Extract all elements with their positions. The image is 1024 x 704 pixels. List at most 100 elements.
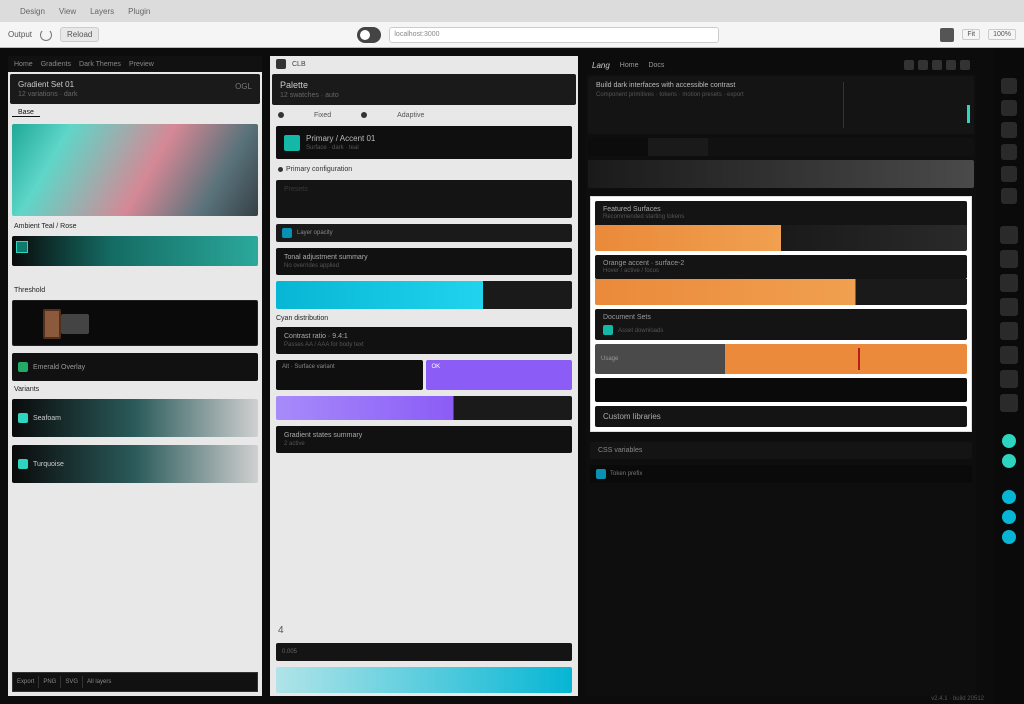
crumb-gradients[interactable]: Gradients [41, 61, 71, 68]
swatch-icon [284, 135, 300, 151]
variant-alt[interactable]: Alt · Surface variant [276, 360, 423, 390]
cyan-progress-bar[interactable] [276, 281, 572, 309]
zoom-100-button[interactable]: 100% [988, 29, 1016, 40]
toggle-fixed[interactable]: Fixed [314, 112, 331, 119]
swatch-icon [18, 459, 28, 469]
list-item[interactable]: Turquoise [12, 445, 258, 483]
swatch-icon [18, 413, 28, 423]
color-dot-teal-icon[interactable] [1002, 434, 1016, 448]
teal-slider[interactable] [12, 236, 258, 266]
build-footer: v2.4.1 · build 20512 [931, 696, 984, 702]
tool-icon[interactable] [1000, 274, 1018, 292]
hero-tab[interactable] [648, 138, 708, 156]
tool-icon[interactable] [1001, 122, 1017, 138]
hero-tabs [588, 138, 974, 156]
nav-icon[interactable] [918, 60, 928, 70]
export-bar: Export PNG SVG All layers [12, 672, 258, 692]
cyan-caption: Cyan distribution [270, 312, 578, 324]
app-icon [276, 59, 286, 69]
accent-icon [967, 105, 970, 123]
variant-ok-button[interactable]: OK [426, 360, 573, 390]
crumb-dark[interactable]: Dark Themes [79, 61, 121, 68]
panel2-subtitle: 12 swatches · auto [280, 92, 568, 99]
hero-strip [588, 160, 974, 188]
menu-view[interactable]: View [59, 7, 76, 16]
section-primary-config: Primary configuration [270, 162, 578, 177]
card1-title: Primary / Accent 01 [306, 134, 564, 143]
divider-icon [843, 82, 844, 128]
primary-card[interactable]: Primary / Accent 01 Surface · dark · tea… [276, 126, 572, 159]
color-dot-cyan-icon[interactable] [1002, 490, 1016, 504]
tool-icon[interactable] [1001, 166, 1017, 182]
radio-icon[interactable] [361, 112, 367, 118]
orange-surface-swatch-2[interactable] [595, 279, 967, 305]
tool-icon[interactable] [1000, 394, 1018, 412]
menu-plugin[interactable]: Plugin [128, 7, 150, 16]
interpolation-bar[interactable] [276, 667, 572, 693]
tool-icon[interactable] [1001, 78, 1017, 94]
foot-value[interactable]: 0.005 [276, 643, 572, 661]
hero-tab[interactable] [588, 138, 648, 156]
token-prefix-input[interactable]: Token prefix [590, 465, 972, 483]
card-orange-accent[interactable]: Orange accent · surface-2 Hover / active… [595, 255, 967, 279]
block1-sub: No overrides applied [284, 263, 564, 269]
usage-bar[interactable] [725, 344, 967, 374]
nav-icon[interactable] [932, 60, 942, 70]
list-item[interactable]: Seafoam [12, 399, 258, 437]
slider-handle-icon[interactable] [16, 241, 28, 253]
panel1-tabs: Base [8, 106, 262, 120]
settings-icon[interactable] [940, 28, 954, 42]
swatch-icon [18, 362, 28, 372]
tool-icon[interactable] [1000, 250, 1018, 268]
row-a-label[interactable]: Asset downloads [618, 328, 663, 334]
export-png-button[interactable]: PNG [43, 679, 56, 685]
tool-icon[interactable] [1000, 298, 1018, 316]
tool-icon[interactable] [1001, 100, 1017, 116]
tab-base[interactable]: Base [12, 109, 40, 117]
nav-docs[interactable]: Docs [648, 62, 664, 69]
marker-icon [858, 348, 860, 370]
card2-title: Orange accent · surface-2 [603, 260, 959, 267]
tool-icon[interactable] [1000, 322, 1018, 340]
tool-icon[interactable] [1001, 188, 1017, 204]
export-all-button[interactable]: All layers [87, 679, 111, 685]
panel1-header: Gradient Set 01 12 variations · dark OGL [10, 74, 260, 104]
zoom-fit-button[interactable]: Fit [962, 29, 980, 40]
card1-sub: Surface · dark · teal [306, 145, 564, 151]
tool-icon[interactable] [1000, 226, 1018, 244]
color-dot-teal-icon[interactable] [1002, 454, 1016, 468]
tool-icon[interactable] [1000, 370, 1018, 388]
orange-surface-swatch[interactable] [595, 225, 967, 251]
purple-progress-bar[interactable] [276, 396, 572, 420]
foot-title: CSS variables [598, 447, 964, 454]
reload-button[interactable]: Reload [60, 27, 99, 42]
nav-home[interactable]: Home [620, 62, 639, 69]
site-logo[interactable]: Lang [592, 61, 610, 70]
nav-icon[interactable] [904, 60, 914, 70]
radio-icon[interactable] [278, 112, 284, 118]
field-icon [282, 228, 292, 238]
nav-icon[interactable] [960, 60, 970, 70]
tool-icon[interactable] [1000, 346, 1018, 364]
opacity-input[interactable]: Layer opacity [276, 224, 572, 242]
menu-design[interactable]: Design [20, 7, 45, 16]
item2b-label: Turquoise [33, 461, 64, 468]
gradient-states: Gradient states summary 2 active [276, 426, 572, 453]
refresh-icon[interactable] [40, 29, 52, 41]
block3-sub: 2 active [284, 441, 564, 447]
hero-line1: Build dark interfaces with accessible co… [596, 82, 966, 89]
menu-layers[interactable]: Layers [90, 7, 114, 16]
toggle-adaptive[interactable]: Adaptive [397, 112, 424, 119]
color-dot-cyan-icon[interactable] [1002, 510, 1016, 524]
nav-icon[interactable] [946, 60, 956, 70]
belt-preview[interactable] [12, 300, 258, 346]
color-dot-cyan-icon[interactable] [1002, 530, 1016, 544]
panel2-topbar: CLB [270, 56, 578, 72]
gradient-preview-main[interactable] [12, 124, 258, 216]
url-input[interactable]: localhost:3000 [389, 27, 719, 43]
crumb-home[interactable]: Home [14, 61, 33, 68]
toggle-switch[interactable] [357, 27, 381, 43]
export-svg-button[interactable]: SVG [65, 679, 78, 685]
tool-icon[interactable] [1001, 144, 1017, 160]
list-item[interactable]: Emerald Overlay [12, 353, 258, 381]
